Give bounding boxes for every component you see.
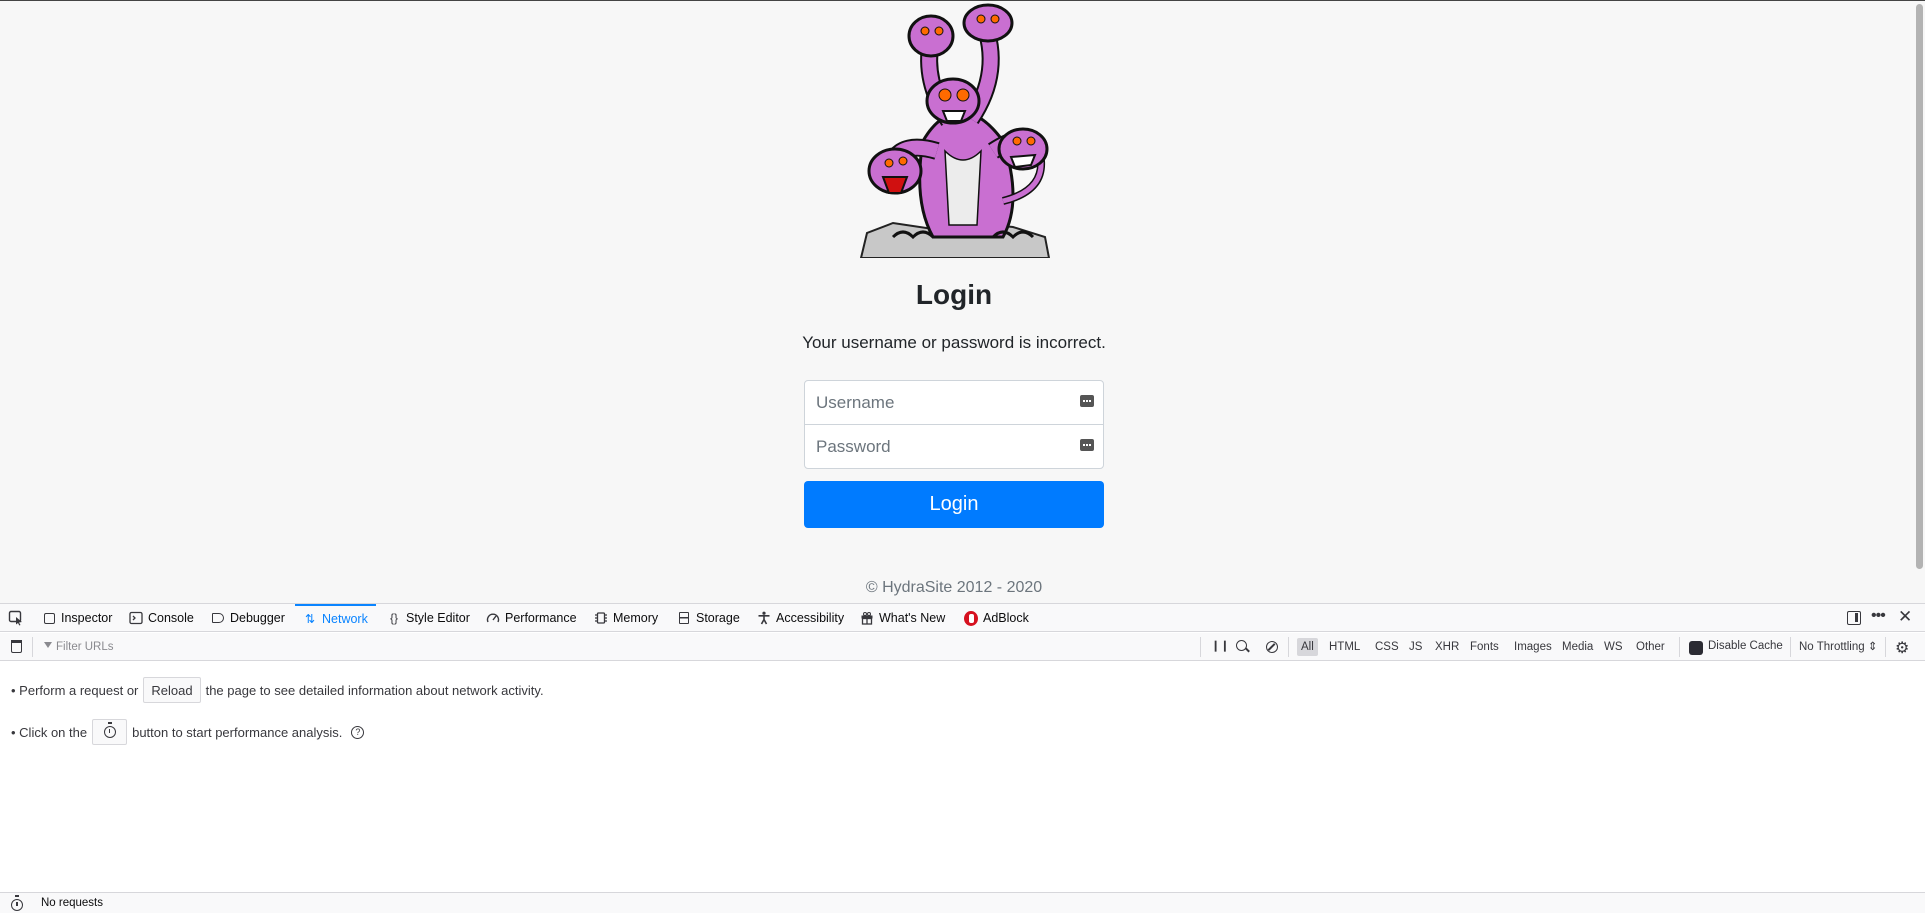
username-input[interactable] [805,381,1055,424]
network-toolbar: ❙❙ All HTML CSS JS XHR Fonts Images Medi… [0,633,1925,661]
reload-notice: • Perform a request or Reload the page t… [11,677,544,703]
username-field[interactable] [804,380,1104,425]
element-picker-button[interactable] [8,604,24,632]
tab-inspector[interactable]: Inspector [42,604,112,632]
tab-label: Console [148,611,194,625]
filter-all[interactable]: All [1297,638,1318,656]
tab-style-editor[interactable]: {} Style Editor [387,604,470,632]
throttling-select[interactable]: No Throttling ⇕ [1799,639,1877,653]
settings-gear-icon[interactable]: ⚙ [1895,638,1909,658]
tab-label: Style Editor [406,611,470,625]
database-icon [677,611,691,625]
request-blocking-icon[interactable] [1266,641,1278,653]
notice-text: • Perform a request or [11,682,139,698]
request-count-status: No requests [41,897,104,909]
disable-cache-label: Disable Cache [1708,640,1783,652]
filter-ws[interactable]: WS [1600,638,1627,656]
devtools-tabbar: Inspector Console Debugger ⇅ Network {} … [0,604,1925,632]
tab-accessibility[interactable]: Accessibility [757,604,844,632]
dock-side-icon[interactable] [1847,611,1861,625]
tab-storage[interactable]: Storage [677,604,740,632]
network-arrows-icon: ⇅ [304,612,316,626]
filter-xhr[interactable]: XHR [1431,638,1463,656]
filter-urls-input[interactable] [42,637,1192,657]
page-title: Login [915,279,993,310]
tab-label: Accessibility [776,611,845,625]
gift-icon [860,611,874,625]
login-button[interactable]: Login [804,481,1104,528]
filter-css[interactable]: CSS [1371,638,1403,656]
hydra-logo [859,3,1051,258]
adblock-icon [964,610,978,626]
filter-fonts[interactable]: Fonts [1466,638,1503,656]
filter-images[interactable]: Images [1510,638,1556,656]
tab-label: Performance [505,611,577,625]
accessibility-person-icon [757,611,771,625]
gauge-icon [486,611,500,625]
tab-label: Inspector [61,611,113,625]
toolbar-divider [1790,637,1791,657]
password-manager-icon[interactable] [1080,439,1094,451]
filter-other[interactable]: Other [1632,638,1669,656]
tab-label: Network [322,612,368,626]
inspector-icon [42,611,56,625]
notice-text: • Click on the [11,724,88,740]
element-picker-icon [8,610,22,626]
help-icon[interactable]: ? [351,725,365,739]
toolbar-divider [1200,637,1201,657]
tab-console[interactable]: Console [129,604,194,632]
tab-label: Memory [613,611,659,625]
notice-text: button to start performance analysis. [132,724,343,740]
more-options-icon[interactable]: ••• [1871,607,1886,625]
performance-analysis-button[interactable] [92,719,128,745]
tab-debugger[interactable]: Debugger [211,604,285,632]
tab-performance[interactable]: Performance [486,604,577,632]
tab-label: Storage [696,611,740,625]
performance-notice: • Click on the button to start performan… [11,719,365,745]
footer-copyright: © HydraSite 2012 - 2020 [865,579,1043,596]
page-scrollbar[interactable] [1916,4,1923,569]
tab-label: Debugger [230,611,285,625]
disable-cache-checkbox[interactable] [1689,641,1703,655]
search-icon[interactable] [1236,640,1247,651]
tab-label: AdBlock [983,611,1029,625]
tab-network[interactable]: ⇅ Network [295,604,376,632]
close-devtools-icon[interactable]: ✕ [1898,607,1912,627]
filter-html[interactable]: HTML [1325,638,1364,656]
stopwatch-icon[interactable] [11,895,23,911]
error-message: Your username or password is incorrect. [802,333,1106,352]
password-manager-icon[interactable] [1080,395,1094,407]
clear-requests-icon[interactable] [11,640,22,653]
tab-label: What's New [879,611,946,625]
devtools-panel: Inspector Console Debugger ⇅ Network {} … [0,603,1925,913]
debugger-icon [211,611,225,625]
toolbar-divider [1288,637,1289,657]
page-viewport: Login Your username or password is incor… [0,0,1925,603]
password-input[interactable] [805,425,1055,468]
braces-icon: {} [389,611,398,625]
network-empty-state: • Perform a request or Reload the page t… [0,662,1925,892]
password-field[interactable] [804,424,1104,469]
reload-button[interactable]: Reload [143,677,201,703]
stopwatch-icon [103,722,116,738]
toolbar-divider [1885,637,1886,657]
chip-icon [594,611,608,625]
notice-text: the page to see detailed information abo… [205,682,544,698]
console-icon [129,611,143,625]
tab-memory[interactable]: Memory [594,604,658,632]
filter-media[interactable]: Media [1558,638,1597,656]
network-statusbar: No requests [0,892,1925,913]
pause-icon[interactable]: ❙❙ [1211,639,1229,652]
toolbar-divider [1679,637,1680,657]
tab-adblock[interactable]: AdBlock [964,604,1029,632]
filter-js[interactable]: JS [1405,638,1426,656]
toolbar-divider [32,637,33,657]
tab-whats-new[interactable]: What's New [860,604,945,632]
